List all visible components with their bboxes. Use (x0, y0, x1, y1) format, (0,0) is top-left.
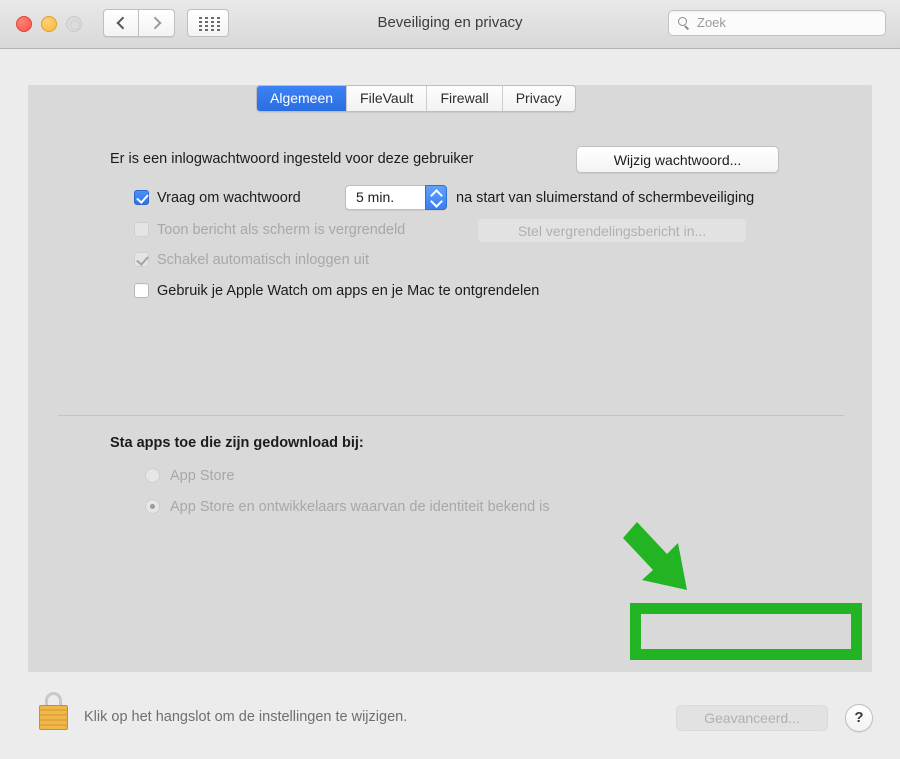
apple-watch-checkbox[interactable] (134, 283, 149, 298)
lock-message-checkbox (134, 222, 149, 237)
radio-app-store-and-identified-developers-label: App Store en ontwikkelaars waarvan de id… (170, 499, 550, 515)
content-panel (28, 85, 872, 672)
preferences-window: Beveiliging en privacy Zoek Algemeen Fil… (0, 0, 900, 759)
checkmark-icon (136, 191, 149, 204)
padlock-body (39, 705, 68, 730)
search-placeholder: Zoek (697, 15, 726, 30)
allow-downloads-heading: Sta apps toe die zijn gedownload bij: (110, 435, 364, 451)
change-password-button[interactable]: Wijzig wachtwoord... (576, 146, 779, 173)
disable-auto-login-label: Schakel automatisch inloggen uit (157, 252, 369, 268)
help-button[interactable]: ? (845, 704, 873, 732)
tab-firewall[interactable]: Firewall (427, 86, 503, 111)
window-titlebar: Beveiliging en privacy Zoek (0, 0, 900, 49)
require-password-label: Vraag om wachtwoord (157, 190, 301, 206)
disable-auto-login-checkbox (134, 252, 149, 267)
padlock-icon[interactable] (38, 692, 69, 730)
lock-message-label: Toon bericht als scherm is vergrendeld (157, 222, 406, 238)
lock-caption: Klik op het hangslot om de instellingen … (84, 709, 408, 725)
tab-privacy[interactable]: Privacy (502, 86, 575, 111)
radio-app-store-and-identified-developers (145, 499, 160, 514)
password-delay-combobox[interactable]: 5 min. (345, 185, 447, 210)
search-input[interactable]: Zoek (668, 10, 886, 36)
password-delay-stepper[interactable] (425, 185, 447, 210)
password-delay-value: 5 min. (356, 189, 395, 205)
apple-watch-label: Gebruik je Apple Watch om apps en je Mac… (157, 283, 540, 299)
advanced-button: Geavanceerd... (676, 705, 828, 731)
tab-bar: Algemeen FileVault Firewall Privacy (256, 85, 576, 112)
radio-dot-icon (150, 504, 155, 509)
set-lock-message-button: Stel vergrendelingsbericht in... (477, 218, 747, 243)
login-password-label: Er is een inlogwachtwoord ingesteld voor… (110, 151, 474, 167)
section-divider (58, 415, 844, 416)
annotation-rectangle (630, 603, 862, 660)
radio-app-store-label: App Store (170, 468, 235, 484)
search-icon (678, 17, 691, 30)
require-password-suffix-label: na start van sluimerstand of schermbevei… (456, 190, 755, 206)
checkmark-icon (136, 253, 149, 266)
radio-app-store (145, 468, 160, 483)
annotation-arrow (623, 522, 687, 590)
tab-filevault[interactable]: FileVault (347, 86, 428, 111)
require-password-checkbox[interactable] (134, 190, 149, 205)
tab-algemeen[interactable]: Algemeen (257, 86, 348, 111)
